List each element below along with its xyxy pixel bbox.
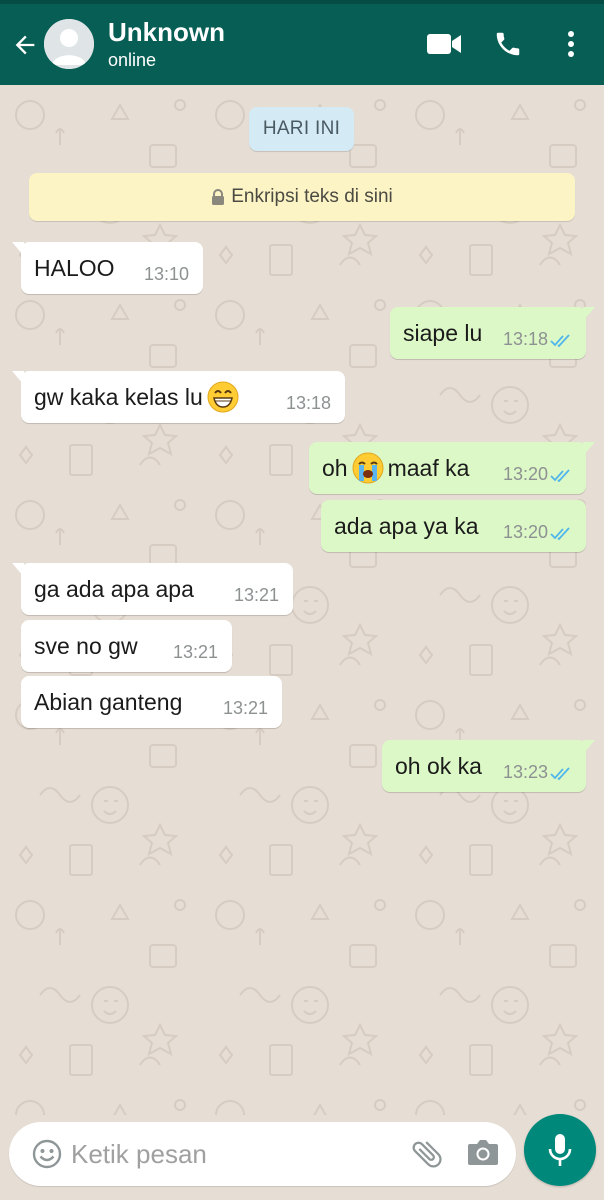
message-time: 13:20 [502, 464, 548, 484]
message-time: 13:18 [285, 393, 331, 413]
grinning-face-with-smiling-eyes-icon [207, 381, 239, 413]
message-bubble-incoming[interactable]: Abian ganteng 13:21 [21, 676, 282, 728]
message-time: 13:18 [502, 329, 548, 349]
back-arrow-icon [15, 35, 35, 55]
double-check-read-icon [550, 334, 570, 348]
encryption-notice-text: Enkripsi teks di sini [231, 186, 393, 207]
message-text: oh ok ka [395, 753, 482, 779]
more-options-icon [568, 31, 574, 57]
message-bubble-incoming[interactable]: HALOO 13:10 [12, 242, 203, 294]
attach-icon [412, 1141, 442, 1168]
message-text: HALOO [34, 255, 115, 281]
video-call-button[interactable] [424, 26, 464, 62]
contact-info[interactable]: Unknown online [108, 16, 225, 71]
default-avatar-icon [44, 19, 94, 69]
message-input[interactable] [71, 1134, 371, 1174]
more-options-button[interactable] [560, 26, 582, 62]
contact-name: Unknown [108, 17, 225, 47]
message-bubble-outgoing[interactable]: siape lu 13:18 [390, 307, 595, 359]
date-chip: HARI INI [249, 107, 354, 151]
voice-call-button[interactable] [491, 26, 525, 62]
message-text-part: maaf ka [387, 455, 470, 481]
message-text: siape lu [403, 320, 483, 346]
camera-button[interactable] [467, 1137, 499, 1172]
back-button[interactable] [8, 28, 42, 62]
message-text: sve no gw [34, 633, 138, 659]
status-bar-strip [0, 0, 604, 4]
chat-header: Unknown online [0, 0, 604, 85]
message-bubble-incoming[interactable]: gw kaka kelas lu 13:18 [12, 371, 345, 423]
lock-icon [211, 189, 225, 205]
message-composer [9, 1122, 516, 1186]
message-time: 13:21 [233, 585, 279, 605]
bubble-tail [583, 442, 595, 456]
contact-status: online [108, 50, 157, 70]
avatar[interactable] [44, 19, 94, 69]
bubble-tail [12, 242, 24, 256]
video-call-icon [427, 34, 461, 54]
double-check-read-icon [550, 767, 570, 781]
message-bubble-outgoing[interactable]: oh maaf ka 13:20 [309, 442, 595, 494]
message-text-part: gw kaka kelas lu [34, 384, 203, 410]
emoji-icon [32, 1139, 62, 1169]
encryption-notice[interactable]: Enkripsi teks di sini [29, 173, 575, 221]
message-text: ada apa ya ka [334, 513, 479, 539]
bubble-tail [583, 307, 595, 321]
emoji-button[interactable] [31, 1138, 63, 1175]
message-text-part: oh [322, 455, 348, 481]
voice-message-button[interactable] [524, 1114, 596, 1186]
message-time: 13:23 [502, 762, 548, 782]
message-bubble-outgoing[interactable]: ada apa ya ka 13:20 [321, 500, 586, 552]
message-time: 13:21 [222, 698, 268, 718]
message-text: gw kaka kelas lu [34, 381, 243, 413]
attach-button[interactable] [409, 1136, 445, 1177]
message-time: 13:10 [143, 264, 189, 284]
message-text: Abian ganteng [34, 689, 183, 715]
mic-icon [548, 1134, 572, 1166]
message-text: ga ada apa apa [34, 576, 194, 602]
message-time: 13:20 [502, 522, 548, 542]
message-text: oh maaf ka [322, 452, 469, 484]
loudly-crying-face-icon [352, 452, 384, 484]
double-check-read-icon [550, 527, 570, 541]
bubble-tail [12, 371, 24, 385]
bubble-tail [583, 740, 595, 754]
message-time: 13:21 [172, 642, 218, 662]
message-bubble-incoming[interactable]: ga ada apa apa 13:21 [12, 563, 293, 615]
chat-area[interactable]: HARI INI Enkripsi teks di sini HALOO 13:… [0, 85, 604, 1115]
message-bubble-incoming[interactable]: sve no gw 13:21 [21, 620, 232, 672]
voice-call-icon [496, 32, 520, 56]
bubble-tail [12, 563, 24, 577]
camera-icon [468, 1140, 498, 1165]
message-bubble-outgoing[interactable]: oh ok ka 13:23 [382, 740, 595, 792]
double-check-read-icon [550, 469, 570, 483]
